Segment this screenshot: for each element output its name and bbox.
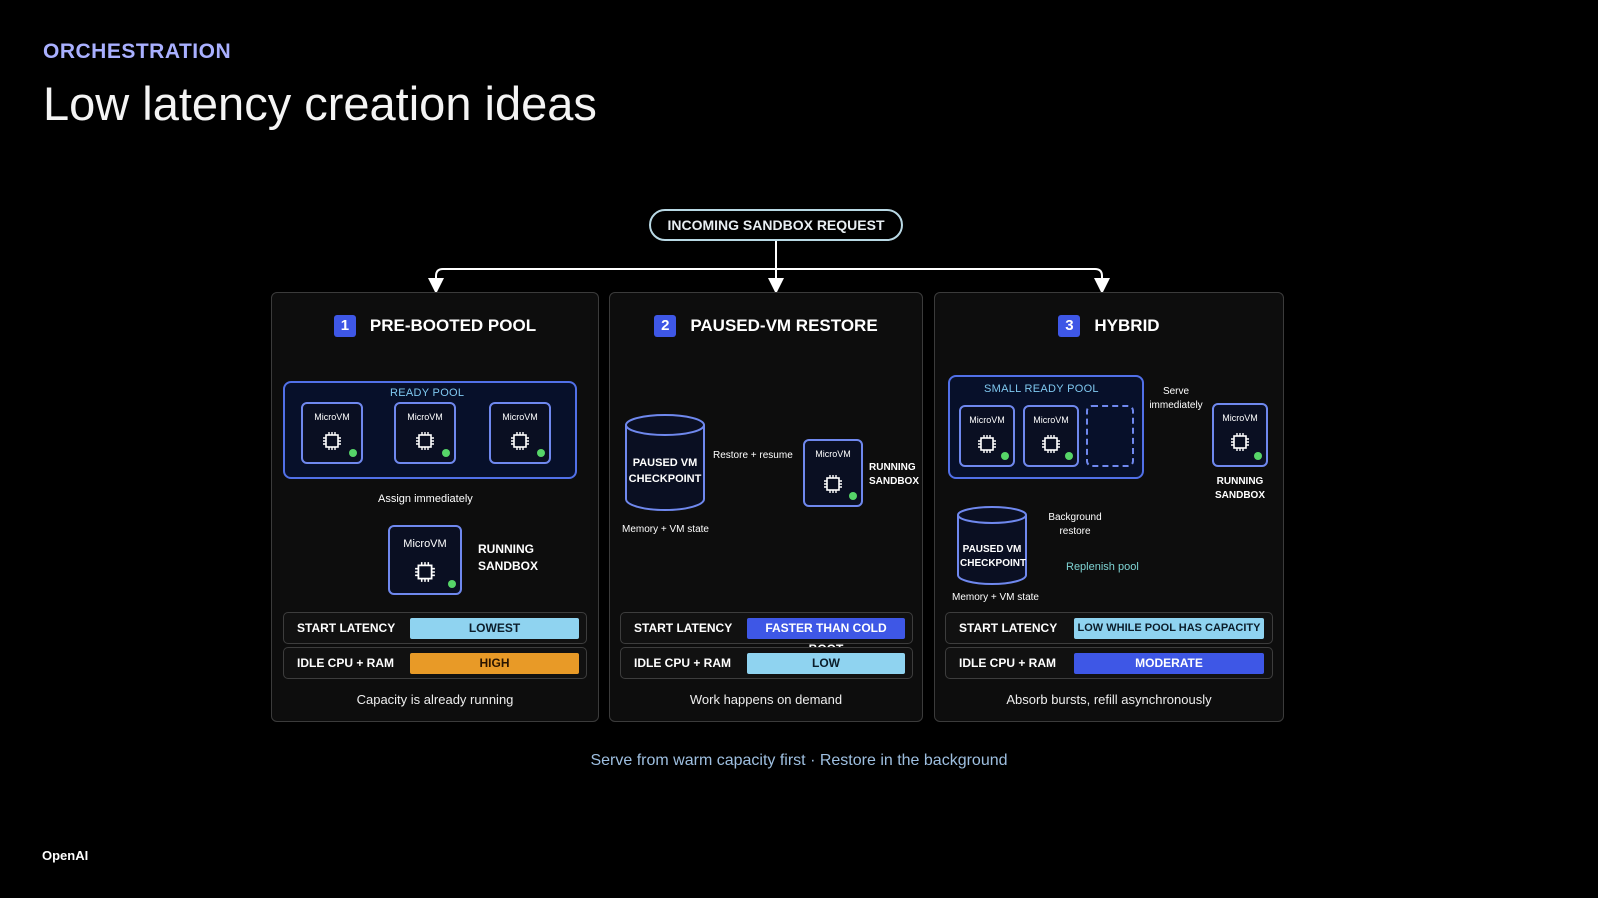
chip-icon (323, 432, 341, 450)
assign-label: Assign immediately (378, 493, 473, 505)
metric-start-latency: START LATENCY LOW WHILE POOL HAS CAPACIT… (945, 612, 1273, 644)
chip-icon (416, 432, 434, 450)
chip-icon (978, 435, 996, 453)
running-microvm: MicroVM (1212, 403, 1268, 467)
panel-number: 2 (654, 315, 677, 337)
microvm-label: MicroVM (403, 538, 447, 550)
panel-caption: Absorb bursts, refill asynchronously (1006, 692, 1212, 707)
microvm-label: MicroVM (1222, 413, 1258, 423)
pool-label: READY POOL (390, 387, 465, 399)
memory-label: Memory + VM state (622, 524, 709, 535)
metric-name: START LATENCY (297, 621, 396, 635)
running-sandbox-label: RUNNING SANDBOX (1214, 476, 1265, 501)
metric-value: HIGH (410, 653, 579, 674)
empty-pool-slot (1086, 405, 1134, 467)
serve-label: Serve immediately (1149, 386, 1203, 411)
metric-idle-cpu-ram: IDLE CPU + RAM HIGH (283, 647, 587, 679)
status-dot-icon (448, 580, 456, 588)
status-dot-icon (1001, 452, 1009, 460)
replenish-label: Replenish pool (1066, 561, 1139, 573)
status-dot-icon (537, 449, 545, 457)
restore-label: Restore + resume (713, 450, 793, 461)
panel-hybrid: 3 HYBRID SMALL READY POOL MicroVM MicroVM… (934, 292, 1284, 722)
metric-value: FASTER THAN COLD BOOT (747, 618, 905, 656)
pool-label: SMALL READY POOL (984, 383, 1099, 395)
metric-name: START LATENCY (959, 621, 1058, 635)
metric-value: MODERATE (1074, 653, 1264, 674)
chip-icon (1231, 433, 1249, 451)
microvm-label: MicroVM (407, 412, 443, 422)
chip-icon (511, 432, 529, 450)
metric-value: LOW WHILE POOL HAS CAPACITY (1074, 618, 1264, 639)
running-microvm: MicroVM (388, 525, 462, 595)
status-dot-icon (1254, 452, 1262, 460)
memory-label: Memory + VM state (952, 592, 1039, 603)
panel-header: 1 PRE-BOOTED POOL (272, 315, 598, 337)
running-sandbox-label: RUNNING SANDBOX (869, 462, 920, 487)
microvm-label: MicroVM (969, 415, 1005, 425)
metric-name: START LATENCY (634, 621, 733, 635)
panel-header: 2 PAUSED-VM RESTORE (610, 315, 922, 337)
metric-idle-cpu-ram: IDLE CPU + RAM MODERATE (945, 647, 1273, 679)
panel-pre-booted-pool: 1 PRE-BOOTED POOL READY POOL MicroVM Micr… (271, 292, 599, 722)
microvm: MicroVM (489, 402, 551, 464)
panel-header: 3 HYBRID (935, 315, 1283, 337)
panel-number: 3 (1058, 315, 1081, 337)
footer-note: Serve from warm capacity first · Restore… (590, 752, 1008, 769)
panel-paused-vm-restore: 2 PAUSED-VM RESTORE PAUSED VM CHECKPOINT … (609, 292, 923, 722)
metric-name: IDLE CPU + RAM (634, 656, 732, 670)
metric-name: IDLE CPU + RAM (959, 656, 1057, 670)
checkpoint-label: PAUSED VM CHECKPOINT (628, 457, 702, 485)
metric-idle-cpu-ram: IDLE CPU + RAM LOW (620, 647, 913, 679)
status-dot-icon (849, 492, 857, 500)
running-sandbox-label: RUNNING SANDBOX (478, 542, 539, 573)
microvm-label: MicroVM (1033, 415, 1069, 425)
restored-microvm: MicroVM (803, 439, 863, 507)
microvm-label: MicroVM (502, 412, 538, 422)
metric-name: IDLE CPU + RAM (297, 656, 395, 670)
microvm: MicroVM (1023, 405, 1079, 467)
microvm-label: MicroVM (314, 412, 350, 422)
status-dot-icon (442, 449, 450, 457)
metric-start-latency: START LATENCY FASTER THAN COLD BOOT (620, 612, 913, 656)
microvm-label: MicroVM (815, 449, 851, 459)
panel-title: PRE-BOOTED POOL (369, 316, 537, 335)
microvm: MicroVM (301, 402, 363, 464)
panel-number: 1 (333, 315, 356, 337)
status-dot-icon (1065, 452, 1073, 460)
metric-value: LOWEST (410, 618, 579, 639)
panel-title: HYBRID (1094, 316, 1160, 335)
background-restore-label: Background restore (1048, 512, 1102, 537)
metric-value: LOW (747, 653, 905, 674)
incoming-request: INCOMING SANDBOX REQUEST (649, 209, 903, 241)
panel-caption: Work happens on demand (689, 692, 843, 707)
status-dot-icon (349, 449, 357, 457)
metric-start-latency: START LATENCY LOWEST (283, 612, 587, 644)
panel-caption: Capacity is already running (356, 692, 514, 707)
brand-logo: OpenAI (42, 848, 89, 863)
panel-title: PAUSED-VM RESTORE (690, 316, 878, 335)
microvm: MicroVM (959, 405, 1015, 467)
chip-icon (824, 475, 842, 493)
checkpoint-label: PAUSED VM CHECKPOINT (960, 544, 1027, 569)
chip-icon (1042, 435, 1060, 453)
microvm: MicroVM (394, 402, 456, 464)
chip-icon (415, 562, 435, 582)
